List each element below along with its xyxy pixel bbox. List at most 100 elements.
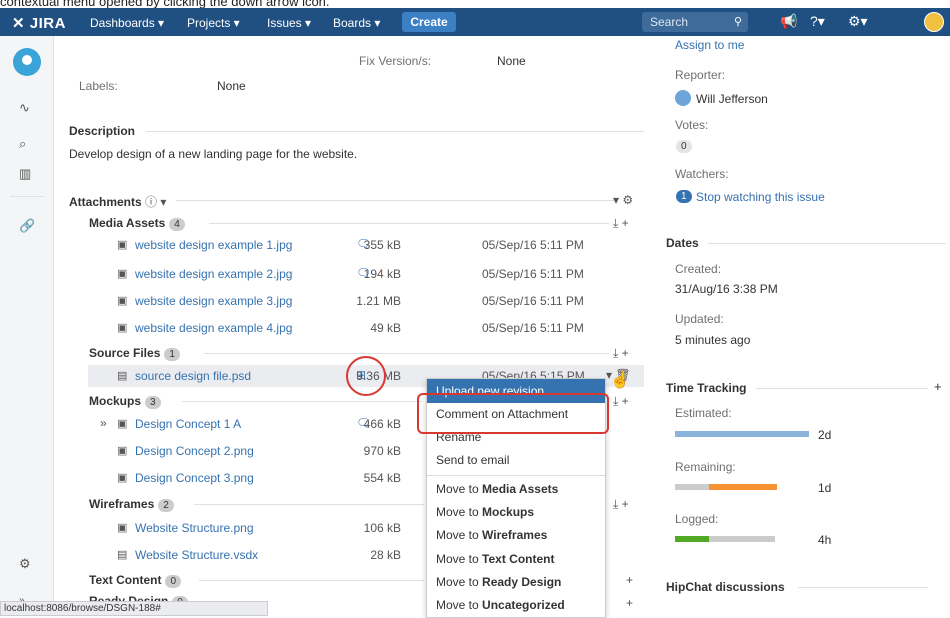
created-value: 31/Aug/16 3:38 PM [675, 282, 778, 296]
menu-send-to-email[interactable]: Send to email [427, 448, 605, 472]
image-icon: ▣ [117, 322, 128, 334]
attachment-size: 49 kB [370, 321, 401, 335]
logged-bar [675, 536, 709, 542]
settings-icon[interactable]: ⚙ [19, 556, 31, 572]
image-icon: ▣ [117, 522, 128, 534]
labels-label: Labels: [79, 79, 118, 93]
attachment-row[interactable]: ▣ website design example 2.jpg 🗨 194 kB … [88, 263, 644, 285]
estimated-value: 2d [818, 428, 832, 442]
search-input[interactable]: Search ⚲ [642, 12, 748, 32]
help-icon[interactable]: ?▾ [810, 13, 825, 30]
attachment-name[interactable]: website design example 3.jpg [135, 294, 292, 308]
issue-side-panel: Assign to me Reporter: Will Jefferson Vo… [664, 36, 950, 616]
nav-issues[interactable]: Issues ▾ [267, 16, 311, 30]
attachment-name[interactable]: Design Concept 1 A [135, 417, 241, 431]
logged-value: 4h [818, 533, 832, 547]
attachment-date: 05/Sep/16 5:11 PM [482, 267, 584, 281]
count-badge: 1 [164, 348, 180, 361]
group-divider [209, 223, 609, 224]
search-issues-icon[interactable]: ⌕ [19, 136, 26, 152]
expand-icon[interactable]: » [100, 416, 107, 430]
nav-boards[interactable]: Boards ▾ [333, 16, 380, 30]
create-button[interactable]: Create [402, 12, 456, 32]
image-icon: ▣ [117, 268, 128, 280]
help-icon[interactable]: ⓘ ▾ [145, 195, 166, 209]
attachment-name[interactable]: website design example 2.jpg [135, 267, 292, 281]
reporter-label: Reporter: [675, 68, 726, 82]
gear-icon[interactable]: ⚙▾ [848, 13, 868, 30]
assign-to-me-link[interactable]: Assign to me [675, 38, 744, 52]
add-icon[interactable]: + [626, 596, 633, 610]
updated-label: Updated: [675, 312, 724, 326]
add-icon[interactable]: + [934, 379, 942, 394]
group-header-media-assets[interactable]: Media Assets 4 [89, 216, 185, 231]
attachment-name[interactable]: website design example 1.jpg [135, 238, 292, 252]
group-header-wireframes[interactable]: Wireframes 2 [89, 497, 174, 512]
description-text[interactable]: Develop design of a new landing page for… [69, 147, 357, 161]
group-header-source-files[interactable]: Source Files 1 [89, 346, 180, 361]
download-add-icon[interactable]: ⤓ + [613, 497, 629, 512]
menu-separator [427, 475, 605, 476]
download-add-icon[interactable]: ⤓ + [613, 346, 629, 361]
attachment-size: 28 kB [370, 548, 401, 562]
menu-move-to-mockups[interactable]: Move to Mockups [427, 500, 605, 524]
menu-move-to-text-content[interactable]: Move to Text Content [427, 547, 605, 571]
document-icon: ▤ [117, 370, 128, 382]
notifications-icon[interactable]: 📢 [780, 13, 797, 30]
attachment-size: 466 kB [363, 417, 401, 431]
attachments-heading[interactable]: Attachments ⓘ ▾ [69, 193, 166, 210]
download-add-icon[interactable]: ⤓ + [613, 394, 629, 409]
watchers-badge[interactable]: 1 [676, 190, 692, 203]
search-icon: ⚲ [733, 16, 742, 28]
download-add-icon[interactable]: ⤓ + [613, 216, 629, 231]
votes-badge[interactable]: 0 [676, 140, 692, 153]
highlight-box [417, 393, 609, 434]
menu-move-to-ready-design[interactable]: Move to Ready Design [427, 570, 605, 594]
menu-move-to-uncategorized[interactable]: Move to Uncategorized [427, 593, 605, 617]
attachments-options-icon[interactable]: ▾ ⚙ [613, 193, 633, 207]
group-header-mockups[interactable]: Mockups 3 [89, 394, 161, 409]
group-header-text-content[interactable]: Text Content 0 [89, 573, 182, 588]
nav-dashboards[interactable]: Dashboards ▾ [90, 16, 164, 30]
project-avatar[interactable] [13, 48, 41, 76]
attachment-row[interactable]: ▣ website design example 3.jpg 1.21 MB 0… [88, 290, 644, 312]
highlight-circle [346, 356, 386, 396]
votes-label: Votes: [675, 118, 709, 132]
reporter-avatar [675, 90, 691, 106]
attachment-name[interactable]: Design Concept 3.png [135, 471, 254, 485]
attachment-row[interactable]: ▣ website design example 1.jpg 🗨 355 kB … [88, 234, 644, 256]
remaining-label: Remaining: [675, 460, 736, 474]
attachment-date: 05/Sep/16 5:11 PM [482, 238, 584, 252]
fix-version-value: None [497, 54, 526, 68]
section-divider [756, 388, 928, 389]
attachment-size: 970 kB [363, 444, 401, 458]
attachment-size: 554 kB [363, 471, 401, 485]
menu-move-to-wireframes[interactable]: Move to Wireframes [427, 523, 605, 547]
count-badge: 3 [145, 396, 161, 409]
labels-value: None [217, 79, 246, 93]
group-divider [182, 401, 422, 402]
activity-icon[interactable]: ∿ [19, 100, 30, 116]
jira-logo[interactable]: ✕ JIRA [12, 14, 66, 32]
top-navigation-bar: ✕ JIRA Dashboards ▾ Projects ▾ Issues ▾ … [0, 8, 950, 36]
attachment-size: 106 kB [363, 521, 401, 535]
image-icon: ▣ [117, 445, 128, 457]
stop-watching-link[interactable]: Stop watching this issue [696, 190, 825, 204]
remaining-value: 1d [818, 481, 832, 495]
attachment-name[interactable]: Design Concept 2.png [135, 444, 254, 458]
attachment-name[interactable]: source design file.psd [135, 369, 251, 383]
attachment-name[interactable]: website design example 4.jpg [135, 321, 292, 335]
board-icon[interactable]: ▥ [19, 166, 31, 182]
remaining-bar [709, 484, 777, 490]
add-icon[interactable]: + [626, 573, 633, 587]
attachment-row[interactable]: ▣ website design example 4.jpg 49 kB 05/… [88, 317, 644, 339]
nav-projects[interactable]: Projects ▾ [187, 16, 240, 30]
reporter-name[interactable]: Will Jefferson [696, 92, 768, 106]
user-avatar[interactable] [924, 12, 944, 32]
link-icon[interactable]: 🔗 [19, 218, 35, 234]
attachment-name[interactable]: Website Structure.png [135, 521, 254, 535]
attachment-name[interactable]: Website Structure.vsdx [135, 548, 258, 562]
menu-move-to-media-assets[interactable]: Move to Media Assets [427, 477, 605, 501]
fix-version-label: Fix Version/s: [359, 54, 432, 68]
sidebar-divider [10, 196, 44, 197]
